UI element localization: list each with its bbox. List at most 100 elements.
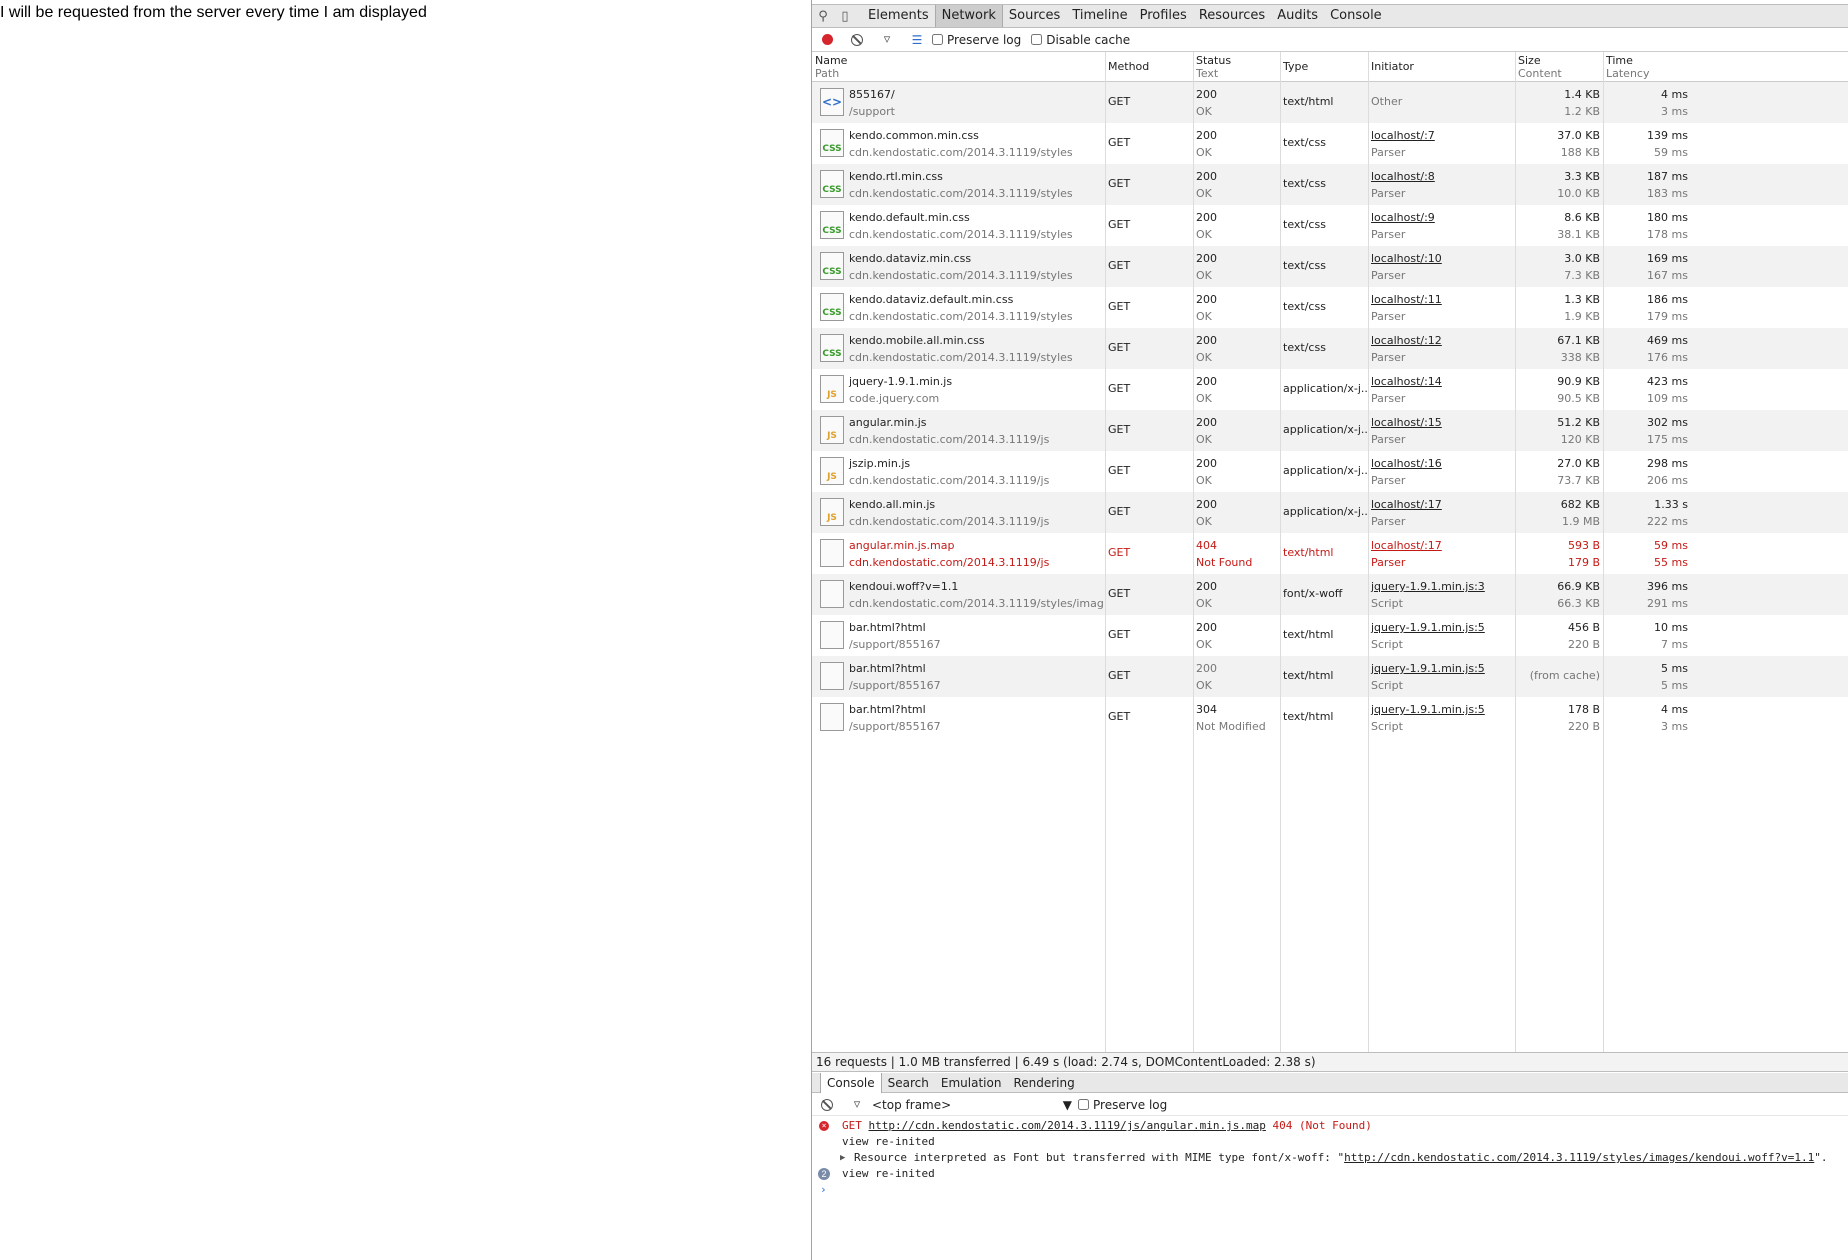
request-row[interactable]: kendoui.woff?v=1.1 cdn.kendostatic.com/20… <box>812 574 1848 615</box>
request-name-cell[interactable]: kendo.dataviz.default.min.css cdn.kendost… <box>846 287 1104 328</box>
column-header-size[interactable]: Size Content <box>1515 52 1603 82</box>
initiator-link[interactable]: localhost/:11 <box>1371 291 1512 308</box>
console-filter-button[interactable]: ▿ <box>842 1097 872 1112</box>
preserve-log-checkbox[interactable]: Preserve log <box>932 33 1021 47</box>
disable-cache-input[interactable] <box>1031 34 1043 45</box>
tab-profiles[interactable]: Profiles <box>1134 5 1193 27</box>
request-row[interactable]: CSS kendo.mobile.all.min.css cdn.kendostat… <box>812 328 1848 369</box>
initiator-link[interactable]: localhost/:17 <box>1371 537 1512 554</box>
request-row[interactable]: bar.html?html/support/855167 GET 304 Not Mo… <box>812 697 1848 738</box>
initiator-link[interactable]: localhost/:17 <box>1371 496 1512 513</box>
preserve-log-input[interactable] <box>932 34 943 45</box>
initiator-link[interactable]: localhost/:8 <box>1371 168 1512 185</box>
view-toggle-button[interactable]: ☰ <box>902 33 932 47</box>
request-initiator-cell: localhost/:8 Parser <box>1368 164 1515 205</box>
initiator-link[interactable]: localhost/:12 <box>1371 332 1512 349</box>
request-name-cell[interactable]: jquery-1.9.1.min.js code.jquery.com <box>846 369 1104 410</box>
tab-audits[interactable]: Audits <box>1271 5 1324 27</box>
initiator-type: Parser <box>1371 228 1406 241</box>
request-name-cell[interactable]: kendo.mobile.all.min.css cdn.kendostatic.… <box>846 328 1104 369</box>
column-header-status[interactable]: Status Text <box>1193 52 1280 82</box>
tab-resources[interactable]: Resources <box>1193 5 1271 27</box>
request-row[interactable]: CSS kendo.dataviz.min.css cdn.kendostatic.… <box>812 246 1848 287</box>
request-size-cell: 37.0 KB 188 KB <box>1515 123 1603 164</box>
initiator-link[interactable]: jquery-1.9.1.min.js:5 <box>1371 701 1512 718</box>
request-time-cell: 180 ms 178 ms <box>1603 205 1691 246</box>
initiator-link[interactable]: localhost/:15 <box>1371 414 1512 431</box>
request-name-cell[interactable]: bar.html?html/support/855167 <box>846 697 1104 738</box>
initiator-link[interactable]: localhost/:9 <box>1371 209 1512 226</box>
console-preserve-log-checkbox[interactable]: Preserve log <box>1078 1098 1167 1112</box>
request-row[interactable]: JS jquery-1.9.1.min.js code.jquery.com GET 2… <box>812 369 1848 410</box>
expand-triangle-icon[interactable]: ▶ <box>840 1150 845 1166</box>
column-latency-label: Latency <box>1606 67 1650 80</box>
preserve-log-label: Preserve log <box>947 32 1022 47</box>
drawer-tab-search[interactable]: Search <box>882 1073 935 1093</box>
filter-icon: ▿ <box>883 32 891 47</box>
request-method-cell: GET <box>1108 341 1131 354</box>
content-value: 1.9 KB <box>1564 310 1600 323</box>
console-prompt[interactable]: › <box>812 1182 1848 1198</box>
clear-button[interactable] <box>842 33 872 46</box>
tab-sources[interactable]: Sources <box>1003 5 1066 27</box>
request-name-cell[interactable]: angular.min.js.map cdn.kendostatic.com/20… <box>846 533 1104 574</box>
request-name-cell[interactable]: kendoui.woff?v=1.1 cdn.kendostatic.com/20… <box>846 574 1104 615</box>
console-preserve-log-input[interactable] <box>1078 1099 1089 1110</box>
request-row[interactable]: <> 855167/ /support GET 200 OK text/html Other 1… <box>812 82 1848 123</box>
column-header-type[interactable]: Type <box>1280 52 1368 82</box>
request-name-cell[interactable]: bar.html?html/support/855167 <box>846 615 1104 656</box>
request-row[interactable]: JS jszip.min.js cdn.kendostatic.com/2014.3… <box>812 451 1848 492</box>
status-code: 200 <box>1196 88 1217 101</box>
tab-network[interactable]: Network <box>934 5 1003 27</box>
record-button[interactable] <box>812 34 842 45</box>
frame-select[interactable]: <top frame> ▼ <box>872 1098 1072 1112</box>
drawer-tab-rendering[interactable]: Rendering <box>1007 1073 1080 1093</box>
column-header-name[interactable]: Name Path <box>812 52 1105 82</box>
request-row[interactable]: CSS kendo.rtl.min.css cdn.kendostatic.com/… <box>812 164 1848 205</box>
disable-cache-checkbox[interactable]: Disable cache <box>1031 33 1130 47</box>
initiator-link[interactable]: localhost/:16 <box>1371 455 1512 472</box>
initiator-link[interactable]: localhost/:7 <box>1371 127 1512 144</box>
request-name-cell[interactable]: kendo.default.min.css cdn.kendostatic.com… <box>846 205 1104 246</box>
request-name-cell[interactable]: kendo.common.min.css cdn.kendostatic.com/… <box>846 123 1104 164</box>
request-row[interactable]: angular.min.js.map cdn.kendostatic.com/20… <box>812 533 1848 574</box>
column-header-method[interactable]: Method <box>1105 52 1193 82</box>
latency-value: 183 ms <box>1647 187 1688 200</box>
request-name-cell[interactable]: 855167/ /support <box>846 82 1104 123</box>
request-type-cell: font/x-woff <box>1283 587 1343 600</box>
console-clear-button[interactable] <box>812 1098 842 1111</box>
request-name-cell[interactable]: bar.html?html/support/855167 <box>846 656 1104 697</box>
tab-elements[interactable]: Elements <box>862 5 935 27</box>
request-row[interactable]: CSS kendo.default.min.css cdn.kendostatic.… <box>812 205 1848 246</box>
tab-console[interactable]: Console <box>1324 5 1388 27</box>
request-row[interactable]: CSS kendo.common.min.css cdn.kendostatic.c… <box>812 123 1848 164</box>
request-row[interactable]: bar.html?html/support/855167 GET 200 OK text… <box>812 656 1848 697</box>
initiator-link[interactable]: localhost/:10 <box>1371 250 1512 267</box>
request-size-cell: (from cache) <box>1515 656 1603 697</box>
column-header-initiator[interactable]: Initiator <box>1368 52 1515 82</box>
drawer-tab-console[interactable]: Console <box>820 1072 882 1093</box>
request-name-cell[interactable]: angular.min.js cdn.kendostatic.com/2014.3… <box>846 410 1104 451</box>
request-name: bar.html?html <box>849 621 926 634</box>
filter-button[interactable]: ▿ <box>872 32 902 47</box>
initiator-link[interactable]: jquery-1.9.1.min.js:3 <box>1371 578 1512 595</box>
column-header-time[interactable]: Time Latency <box>1603 52 1691 82</box>
status-text: OK <box>1196 269 1212 282</box>
request-row[interactable]: CSS kendo.dataviz.default.min.css cdn.kend… <box>812 287 1848 328</box>
request-name-cell[interactable]: jszip.min.js cdn.kendostatic.com/2014.3.1… <box>846 451 1104 492</box>
request-name-cell[interactable]: kendo.rtl.min.css cdn.kendostatic.com/201… <box>846 164 1104 205</box>
request-row[interactable]: JS angular.min.js cdn.kendostatic.com/2014… <box>812 410 1848 451</box>
device-mode-icon[interactable]: ▯ <box>834 5 856 27</box>
initiator-link[interactable]: localhost/:14 <box>1371 373 1512 390</box>
tab-timeline[interactable]: Timeline <box>1066 5 1133 27</box>
message-link[interactable]: http://cdn.kendostatic.com/2014.3.1119/j… <box>869 1119 1266 1132</box>
initiator-link[interactable]: jquery-1.9.1.min.js:5 <box>1371 660 1512 677</box>
drawer-tab-emulation[interactable]: Emulation <box>935 1073 1008 1093</box>
request-row[interactable]: bar.html?html/support/855167 GET 200 OK text… <box>812 615 1848 656</box>
initiator-link[interactable]: jquery-1.9.1.min.js:5 <box>1371 619 1512 636</box>
request-name-cell[interactable]: kendo.all.min.js cdn.kendostatic.com/2014… <box>846 492 1104 533</box>
request-row[interactable]: JS kendo.all.min.js cdn.kendostatic.com/20… <box>812 492 1848 533</box>
request-name-cell[interactable]: kendo.dataviz.min.css cdn.kendostatic.com… <box>846 246 1104 287</box>
search-icon[interactable]: ⚲ <box>812 5 834 27</box>
message-link[interactable]: http://cdn.kendostatic.com/2014.3.1119/s… <box>1344 1151 1814 1164</box>
